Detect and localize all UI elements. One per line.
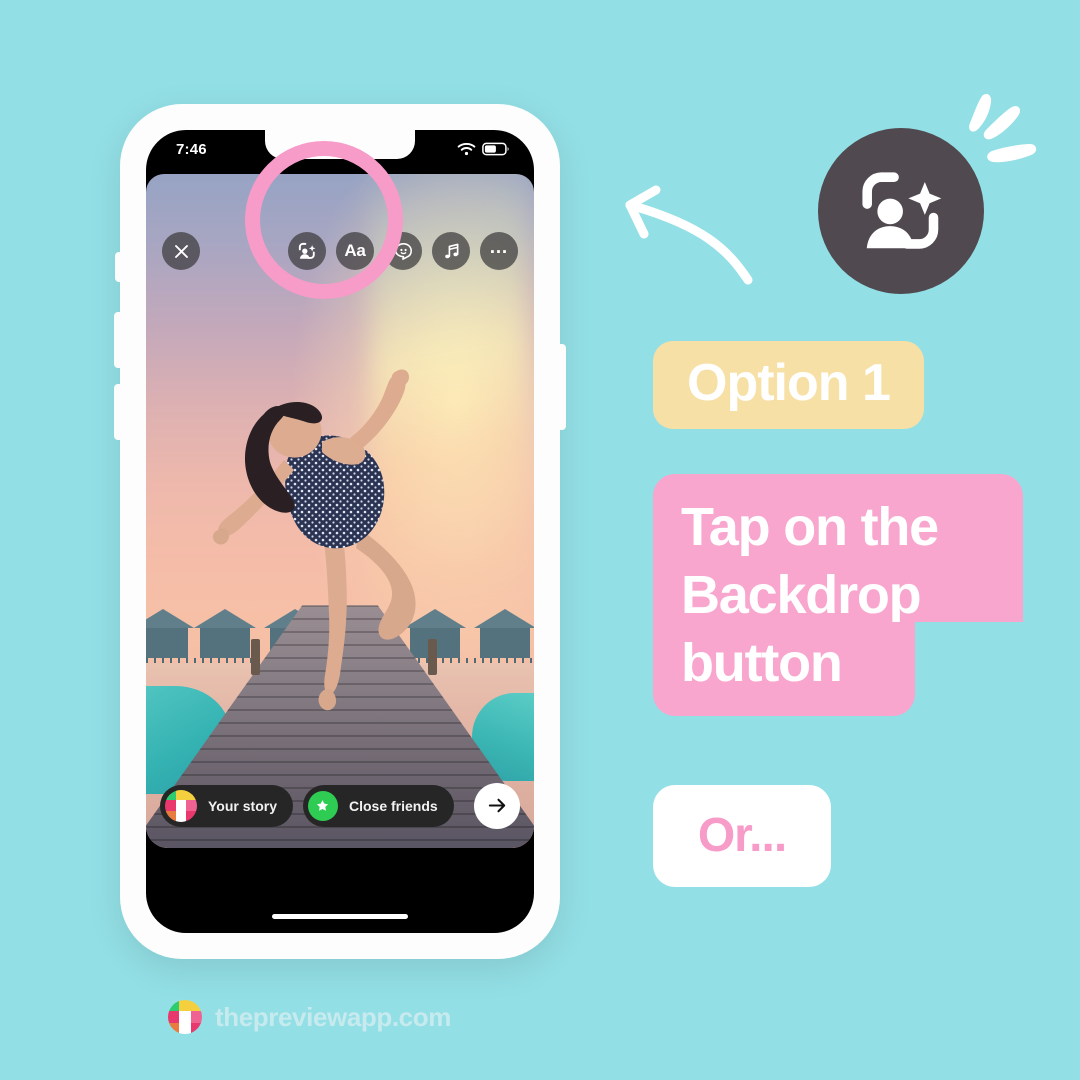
status-indicators xyxy=(457,142,510,156)
or-box: Or... xyxy=(653,785,831,887)
wifi-icon xyxy=(457,142,476,156)
your-story-avatar xyxy=(165,789,197,822)
send-story-button[interactable] xyxy=(474,782,520,829)
highlight-ring xyxy=(245,141,403,299)
your-story-label: Your story xyxy=(208,797,277,814)
battery-icon xyxy=(482,142,509,156)
option-badge-label: Option 1 xyxy=(687,354,891,412)
more-tool-button[interactable]: … xyxy=(480,232,518,270)
your-story-button[interactable]: Your story xyxy=(160,784,293,827)
instruction-line-2: Backdrop xyxy=(653,554,1023,622)
sparkle-strokes-icon xyxy=(969,94,1037,163)
arrow-right-icon xyxy=(488,798,505,813)
close-friends-button[interactable]: Close friends xyxy=(302,784,454,827)
close-friends-label: Close friends xyxy=(348,797,438,814)
home-indicator xyxy=(272,914,408,919)
story-share-bar: Your story Close friends xyxy=(146,763,534,848)
footer-branding: thepreviewapp.com xyxy=(168,1000,451,1034)
backdrop-icon xyxy=(862,172,942,249)
close-button[interactable] xyxy=(162,232,200,270)
close-friends-badge xyxy=(307,790,338,821)
phone-volume-down-button[interactable] xyxy=(114,384,122,440)
phone-mute-switch[interactable] xyxy=(115,252,122,282)
music-note-icon xyxy=(444,243,458,258)
instruction-line-3: button xyxy=(653,622,915,716)
phone-power-button[interactable] xyxy=(558,344,566,430)
instruction-callout: Tap on the Backdrop button xyxy=(653,474,1023,716)
curved-arrow-icon xyxy=(625,185,753,285)
phone-volume-up-button[interactable] xyxy=(114,312,122,368)
status-time: 7:46 xyxy=(176,141,207,158)
more-dots-icon: … xyxy=(489,237,509,258)
music-tool-button[interactable] xyxy=(432,232,470,270)
footer-brand-text: thepreviewapp.com xyxy=(215,1001,451,1032)
star-icon xyxy=(317,800,329,811)
close-icon xyxy=(174,244,188,258)
or-label: Or... xyxy=(697,809,787,862)
preview-app-logo xyxy=(168,1000,202,1034)
option-badge: Option 1 xyxy=(653,341,924,429)
instruction-line-1: Tap on the xyxy=(653,474,1023,554)
